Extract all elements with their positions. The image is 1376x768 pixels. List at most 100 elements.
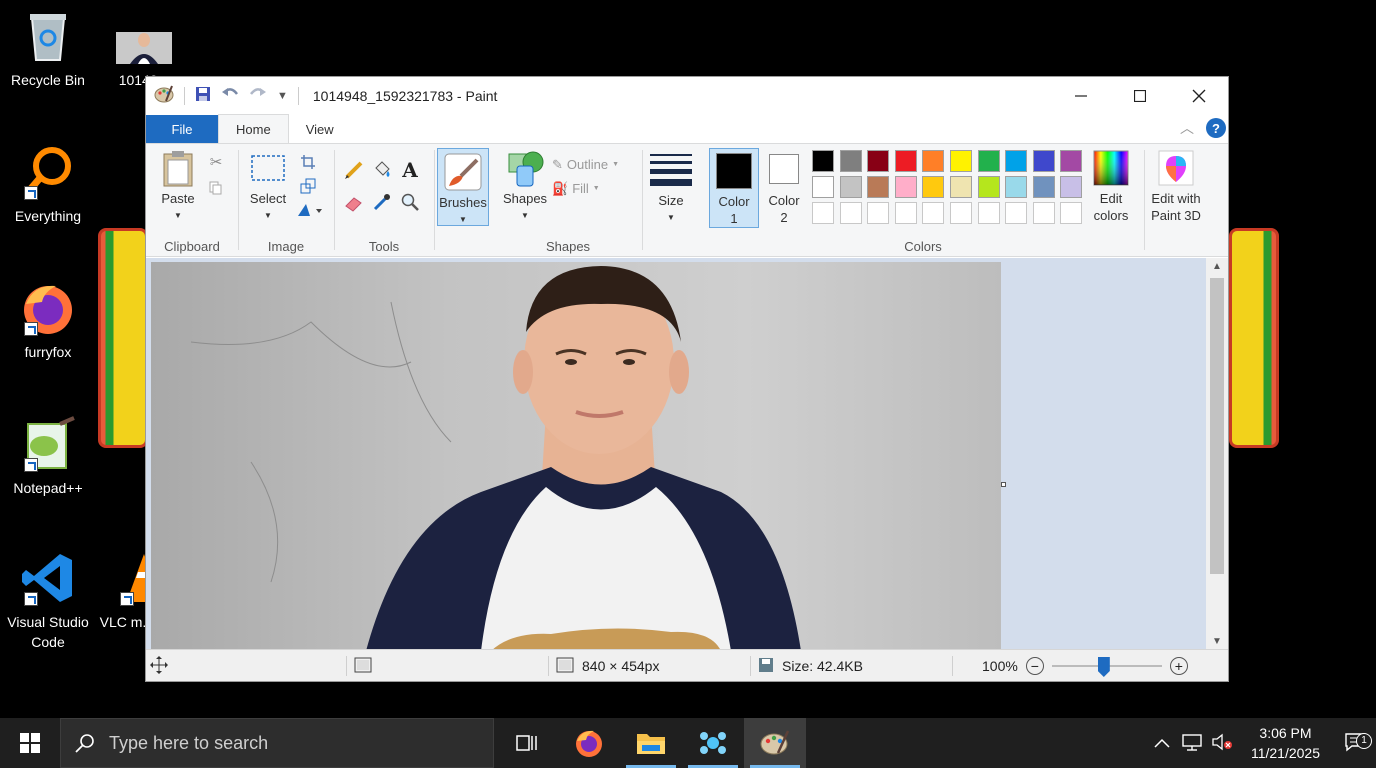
- zoom-out-button[interactable]: −: [1025, 657, 1044, 675]
- rotate-icon[interactable]: [294, 200, 324, 220]
- fill-bucket-icon[interactable]: [372, 160, 392, 180]
- zoom-slider-thumb[interactable]: [1097, 657, 1110, 677]
- resize-icon[interactable]: [298, 176, 318, 196]
- tab-view[interactable]: View: [289, 115, 351, 143]
- desktop-icon-furryfox[interactable]: furryfox: [0, 280, 96, 362]
- pencil-icon[interactable]: [344, 160, 364, 180]
- paint-window: ▼ 1014948_1592321783 - Paint File Home V…: [145, 76, 1229, 682]
- crop-icon[interactable]: [298, 152, 318, 172]
- magnifier-icon[interactable]: [400, 192, 420, 212]
- color-swatch[interactable]: [812, 202, 834, 224]
- brushes-button[interactable]: Brushes ▼: [437, 148, 489, 226]
- color-swatch[interactable]: [922, 202, 945, 224]
- color-swatch[interactable]: [950, 150, 972, 172]
- color-swatch[interactable]: [1005, 176, 1028, 198]
- color2-button[interactable]: Color 2: [760, 148, 808, 228]
- color-swatch[interactable]: [894, 150, 917, 172]
- size-button[interactable]: Size ▼: [648, 152, 694, 226]
- desktop-icon-label: furryfox: [24, 344, 72, 360]
- color-swatch[interactable]: [922, 150, 945, 172]
- color-swatch[interactable]: [812, 150, 834, 172]
- color-swatch[interactable]: [1060, 202, 1083, 224]
- color-swatch[interactable]: [894, 202, 917, 224]
- color-swatch[interactable]: [1005, 150, 1028, 172]
- color-swatch[interactable]: [812, 176, 834, 198]
- taskbar-search-box[interactable]: Type here to search: [60, 718, 494, 768]
- volume-muted-icon[interactable]: [1207, 733, 1237, 754]
- text-tool-icon[interactable]: A: [400, 158, 420, 182]
- close-button[interactable]: [1169, 77, 1228, 114]
- desktop-icon-recycle-bin[interactable]: Recycle Bin: [0, 8, 96, 90]
- divider: [952, 656, 953, 676]
- color-swatch[interactable]: [977, 202, 1000, 224]
- save-icon[interactable]: [195, 86, 211, 106]
- outline-dropdown[interactable]: ✎ Outline ▼: [552, 156, 638, 173]
- minimize-button[interactable]: [1051, 77, 1110, 114]
- maximize-button[interactable]: [1110, 77, 1169, 114]
- tab-home[interactable]: Home: [218, 114, 289, 143]
- tab-file[interactable]: File: [146, 115, 218, 143]
- help-button[interactable]: ?: [1206, 118, 1226, 138]
- image-canvas[interactable]: [151, 262, 1001, 651]
- color-swatch[interactable]: [839, 202, 862, 224]
- selection-icon: [354, 657, 372, 676]
- color-swatch[interactable]: [977, 176, 1000, 198]
- taskbar-firefox[interactable]: [558, 718, 620, 768]
- color-swatch[interactable]: [977, 150, 1000, 172]
- paste-button[interactable]: Paste ▼: [156, 150, 200, 224]
- taskbar-paint[interactable]: [744, 718, 806, 768]
- color-swatch[interactable]: [839, 176, 862, 198]
- color-swatch[interactable]: [1060, 176, 1083, 198]
- scroll-up-icon[interactable]: ▲: [1206, 258, 1228, 276]
- shapes-button[interactable]: Shapes ▼: [502, 150, 548, 224]
- color-swatch[interactable]: [950, 176, 972, 198]
- undo-icon[interactable]: [221, 86, 239, 106]
- desktop-icon-everything[interactable]: Everything: [0, 144, 96, 226]
- color-swatch[interactable]: [1032, 176, 1055, 198]
- paint-app-icon[interactable]: [154, 84, 174, 108]
- color-swatch[interactable]: [950, 202, 972, 224]
- fill-label: Fill: [572, 181, 589, 196]
- zoom-in-button[interactable]: +: [1169, 657, 1188, 675]
- title-bar[interactable]: ▼ 1014948_1592321783 - Paint: [146, 77, 1228, 114]
- collapse-ribbon-icon[interactable]: ︿: [1180, 118, 1194, 138]
- color-swatch[interactable]: [894, 176, 917, 198]
- color-swatch[interactable]: [867, 176, 890, 198]
- select-button[interactable]: Select ▼: [246, 150, 290, 224]
- canvas-resize-handle[interactable]: [1001, 482, 1006, 487]
- task-view-button[interactable]: [496, 718, 558, 768]
- scroll-thumb[interactable]: [1210, 278, 1224, 574]
- vertical-scrollbar[interactable]: ▲ ▼: [1206, 258, 1228, 651]
- redo-icon[interactable]: [249, 86, 267, 106]
- color-swatch[interactable]: [867, 202, 890, 224]
- color1-button[interactable]: Color 1: [709, 148, 759, 228]
- edit-with-paint3d-button[interactable]: Edit with Paint 3D: [1147, 150, 1205, 224]
- zoom-slider[interactable]: [1051, 657, 1162, 677]
- network-icon[interactable]: [1177, 733, 1207, 754]
- taskbar-file-explorer[interactable]: [620, 718, 682, 768]
- edit-colors-button[interactable]: Edit colors: [1086, 150, 1136, 224]
- canvas-workspace: [146, 258, 1208, 651]
- customize-toolbar-chevron-icon[interactable]: ▼: [277, 90, 288, 102]
- paint-palette-icon: [760, 730, 790, 755]
- show-hidden-icons-chevron-icon[interactable]: [1147, 735, 1177, 751]
- taskbar-app[interactable]: [682, 718, 744, 768]
- clock[interactable]: 3:06 PM 11/21/2025: [1237, 723, 1334, 763]
- color-swatch[interactable]: [1032, 202, 1055, 224]
- desktop-icon-vscode[interactable]: Visual Studio Code: [0, 550, 96, 652]
- color-swatch[interactable]: [922, 176, 945, 198]
- copy-icon[interactable]: [206, 178, 226, 198]
- action-center-button[interactable]: 1: [1334, 732, 1376, 755]
- color-swatch[interactable]: [1060, 150, 1083, 172]
- color-swatch[interactable]: [839, 150, 862, 172]
- color-swatch[interactable]: [1032, 150, 1055, 172]
- start-button[interactable]: [0, 718, 60, 768]
- color1-swatch: [716, 153, 752, 189]
- color-swatch[interactable]: [1005, 202, 1028, 224]
- color-picker-icon[interactable]: [372, 192, 392, 212]
- desktop-icon-notepad-plus-plus[interactable]: Notepad++: [0, 416, 96, 498]
- color-swatch[interactable]: [867, 150, 890, 172]
- cut-icon[interactable]: ✂: [206, 152, 226, 172]
- eraser-icon[interactable]: [344, 192, 364, 212]
- fill-dropdown[interactable]: ⛽ Fill ▼: [552, 180, 638, 197]
